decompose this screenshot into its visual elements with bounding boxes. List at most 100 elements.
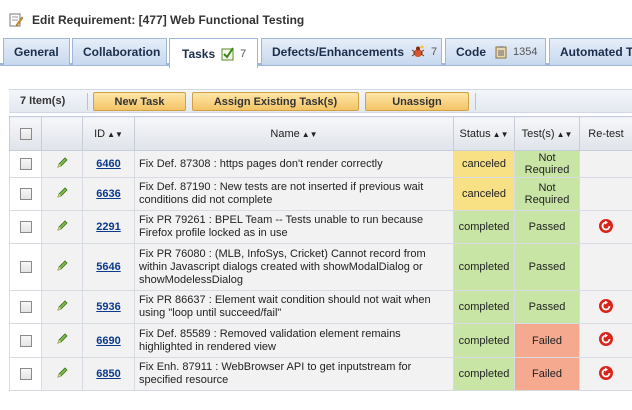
row-name-cell: Fix Def. 85589 : Removed validation elem… bbox=[134, 323, 454, 358]
tests-status: Not Required bbox=[514, 150, 580, 178]
row-name-cell: Fix PR 86637 : Element wait condition sh… bbox=[134, 290, 454, 324]
row-checkbox[interactable] bbox=[19, 261, 32, 274]
retest-column-header: Re-test bbox=[579, 116, 632, 151]
select-all-cell bbox=[9, 116, 42, 151]
document-edit-icon bbox=[9, 13, 23, 27]
new-task-button[interactable]: New Task bbox=[93, 92, 186, 111]
row-id-cell: 6460 bbox=[82, 150, 135, 178]
tasks-table: ID ▲▼ Name ▲▼ Status ▲▼ Test(s) ▲▼ Re-test 6… bbox=[9, 116, 632, 391]
tab-label: Tasks bbox=[182, 46, 216, 61]
tests-status: Passed bbox=[514, 243, 580, 291]
name-header-label: Name bbox=[270, 127, 300, 140]
task-id-link[interactable]: 2291 bbox=[96, 221, 120, 233]
pencil-icon[interactable] bbox=[56, 156, 68, 169]
pencil-icon[interactable] bbox=[56, 366, 68, 379]
row-edit-cell bbox=[41, 177, 83, 211]
row-retest-cell bbox=[579, 177, 632, 211]
refresh-icon[interactable] bbox=[598, 331, 614, 347]
pencil-icon[interactable] bbox=[56, 333, 68, 345]
row-id-cell: 6636 bbox=[82, 177, 135, 211]
row-checkbox[interactable] bbox=[19, 221, 32, 234]
tab-code[interactable]: Code 1354 bbox=[445, 38, 546, 65]
status-badge: canceled bbox=[453, 177, 515, 211]
table-row: 6850 Fix Enh. 87911 : WebBrowser API to … bbox=[9, 357, 632, 391]
tab-automated-tests[interactable]: Automated Te bbox=[549, 38, 632, 65]
tab-defects[interactable]: Defects/Enhancements 7 bbox=[261, 38, 442, 65]
title-bar: Edit Requirement: [477] Web Functional T… bbox=[0, 0, 632, 40]
row-edit-cell bbox=[41, 243, 83, 291]
bug-icon bbox=[411, 45, 425, 57]
row-retest-cell bbox=[579, 150, 632, 178]
table-row: 6690 Fix Def. 85589 : Removed validation… bbox=[9, 323, 632, 358]
tab-bar: General Collaboration Tasks 7 Defects/En… bbox=[0, 38, 632, 68]
row-name-cell: Fix PR 76080 : (MLB, InfoSys, Cricket) C… bbox=[134, 243, 454, 291]
row-checkbox[interactable] bbox=[19, 368, 32, 381]
row-checkbox[interactable] bbox=[19, 188, 32, 201]
row-retest-cell bbox=[579, 290, 632, 324]
task-id-link[interactable]: 6850 bbox=[96, 368, 120, 380]
pencil-icon[interactable] bbox=[56, 299, 68, 312]
assign-existing-task-button[interactable]: Assign Existing Task(s) bbox=[192, 92, 359, 111]
row-edit-cell bbox=[41, 357, 83, 391]
row-retest-cell bbox=[579, 357, 632, 391]
table-body: 6460 Fix Def. 87308 : https pages don't … bbox=[9, 150, 632, 391]
tests-status: Failed bbox=[514, 323, 580, 358]
tab-label: Defects/Enhancements bbox=[272, 45, 405, 59]
row-checkbox[interactable] bbox=[19, 301, 32, 314]
pencil-icon[interactable] bbox=[56, 219, 68, 232]
tests-status: Failed bbox=[514, 357, 580, 391]
row-retest-cell bbox=[579, 323, 632, 358]
row-id-cell: 5936 bbox=[82, 290, 135, 324]
task-id-link[interactable]: 6460 bbox=[96, 158, 120, 170]
task-id-link[interactable]: 6636 bbox=[96, 188, 120, 200]
row-id-cell: 5646 bbox=[82, 243, 135, 291]
row-checkbox[interactable] bbox=[19, 334, 32, 347]
table-row: 6636 Fix Def. 87190 : New tests are not … bbox=[9, 177, 632, 211]
tab-collaboration[interactable]: Collaboration bbox=[72, 38, 167, 65]
select-all-checkbox[interactable] bbox=[19, 127, 32, 140]
refresh-icon[interactable] bbox=[598, 365, 614, 381]
table-row: 2291 Fix PR 79261 : BPEL Team -- Tests u… bbox=[9, 210, 632, 244]
tab-tasks[interactable]: Tasks 7 bbox=[169, 38, 258, 68]
table-header-row: ID ▲▼ Name ▲▼ Status ▲▼ Test(s) ▲▼ Re-test bbox=[9, 116, 632, 151]
checklist-icon bbox=[221, 46, 234, 60]
row-edit-cell bbox=[41, 323, 83, 358]
id-header-label: ID bbox=[94, 127, 106, 140]
edit-column-header bbox=[41, 116, 83, 151]
row-id-cell: 2291 bbox=[82, 210, 135, 244]
sort-icon: ▲▼ bbox=[301, 129, 318, 139]
row-id-cell: 6690 bbox=[82, 323, 135, 358]
pencil-icon[interactable] bbox=[56, 186, 68, 199]
tab-general[interactable]: General bbox=[3, 38, 70, 65]
row-select-cell bbox=[9, 290, 42, 324]
page-title: Edit Requirement: [477] Web Functional T… bbox=[32, 13, 305, 27]
sort-icon: ▲▼ bbox=[107, 129, 123, 139]
status-header-label: Status bbox=[459, 127, 491, 140]
status-column-header[interactable]: Status ▲▼ bbox=[453, 116, 515, 151]
task-id-link[interactable]: 6690 bbox=[96, 335, 120, 347]
unassign-button[interactable]: Unassign bbox=[365, 92, 469, 111]
pencil-icon[interactable] bbox=[56, 259, 68, 272]
id-column-header[interactable]: ID ▲▼ bbox=[82, 116, 135, 151]
sort-icon: ▲▼ bbox=[556, 129, 573, 139]
row-checkbox[interactable] bbox=[19, 158, 32, 171]
table-row: 5936 Fix PR 86637 : Element wait conditi… bbox=[9, 290, 632, 324]
tests-column-header[interactable]: Test(s) ▲▼ bbox=[514, 116, 580, 151]
row-name-cell: Fix Def. 87308 : https pages don't rende… bbox=[134, 150, 454, 178]
row-edit-cell bbox=[41, 210, 83, 244]
toolbar-divider bbox=[475, 93, 476, 110]
row-name-cell: Fix Def. 87190 : New tests are not inser… bbox=[134, 177, 454, 211]
tab-label: Collaboration bbox=[83, 45, 161, 59]
row-select-cell bbox=[9, 177, 42, 211]
row-select-cell bbox=[9, 243, 42, 291]
task-id-link[interactable]: 5936 bbox=[96, 301, 120, 313]
row-retest-cell bbox=[579, 243, 632, 291]
name-column-header[interactable]: Name ▲▼ bbox=[134, 116, 454, 151]
refresh-icon[interactable] bbox=[598, 298, 614, 314]
status-badge: completed bbox=[453, 243, 515, 291]
refresh-icon[interactable] bbox=[598, 218, 614, 234]
status-badge: completed bbox=[453, 290, 515, 324]
status-badge: completed bbox=[453, 323, 515, 358]
retest-header-label: Re-test bbox=[588, 127, 624, 140]
task-id-link[interactable]: 5646 bbox=[96, 261, 120, 273]
